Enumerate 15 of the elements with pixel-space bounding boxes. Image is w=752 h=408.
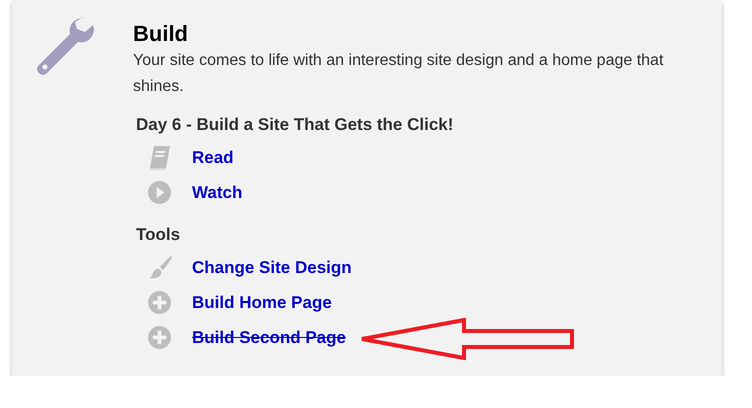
link[interactable]: Change Site Design [192,258,352,278]
card-title: Build [133,21,189,47]
wrench-icon [35,15,97,77]
paintbrush-icon [148,254,174,280]
section-heading: Day 6 - Build a Site That Gets the Click! [136,114,454,136]
book-icon [148,144,172,170]
link[interactable]: Build Home Page [192,292,332,312]
plus-icon [148,326,171,349]
card-description: Your site comes to life with an interesting site design and a home page that shines. [133,51,664,97]
section-heading: Tools [136,224,182,246]
link[interactable]: Build Second Page [192,328,346,348]
plus-icon [148,291,171,314]
link[interactable]: Watch [192,182,242,202]
play-icon [148,181,171,204]
link[interactable]: Read [192,148,234,168]
